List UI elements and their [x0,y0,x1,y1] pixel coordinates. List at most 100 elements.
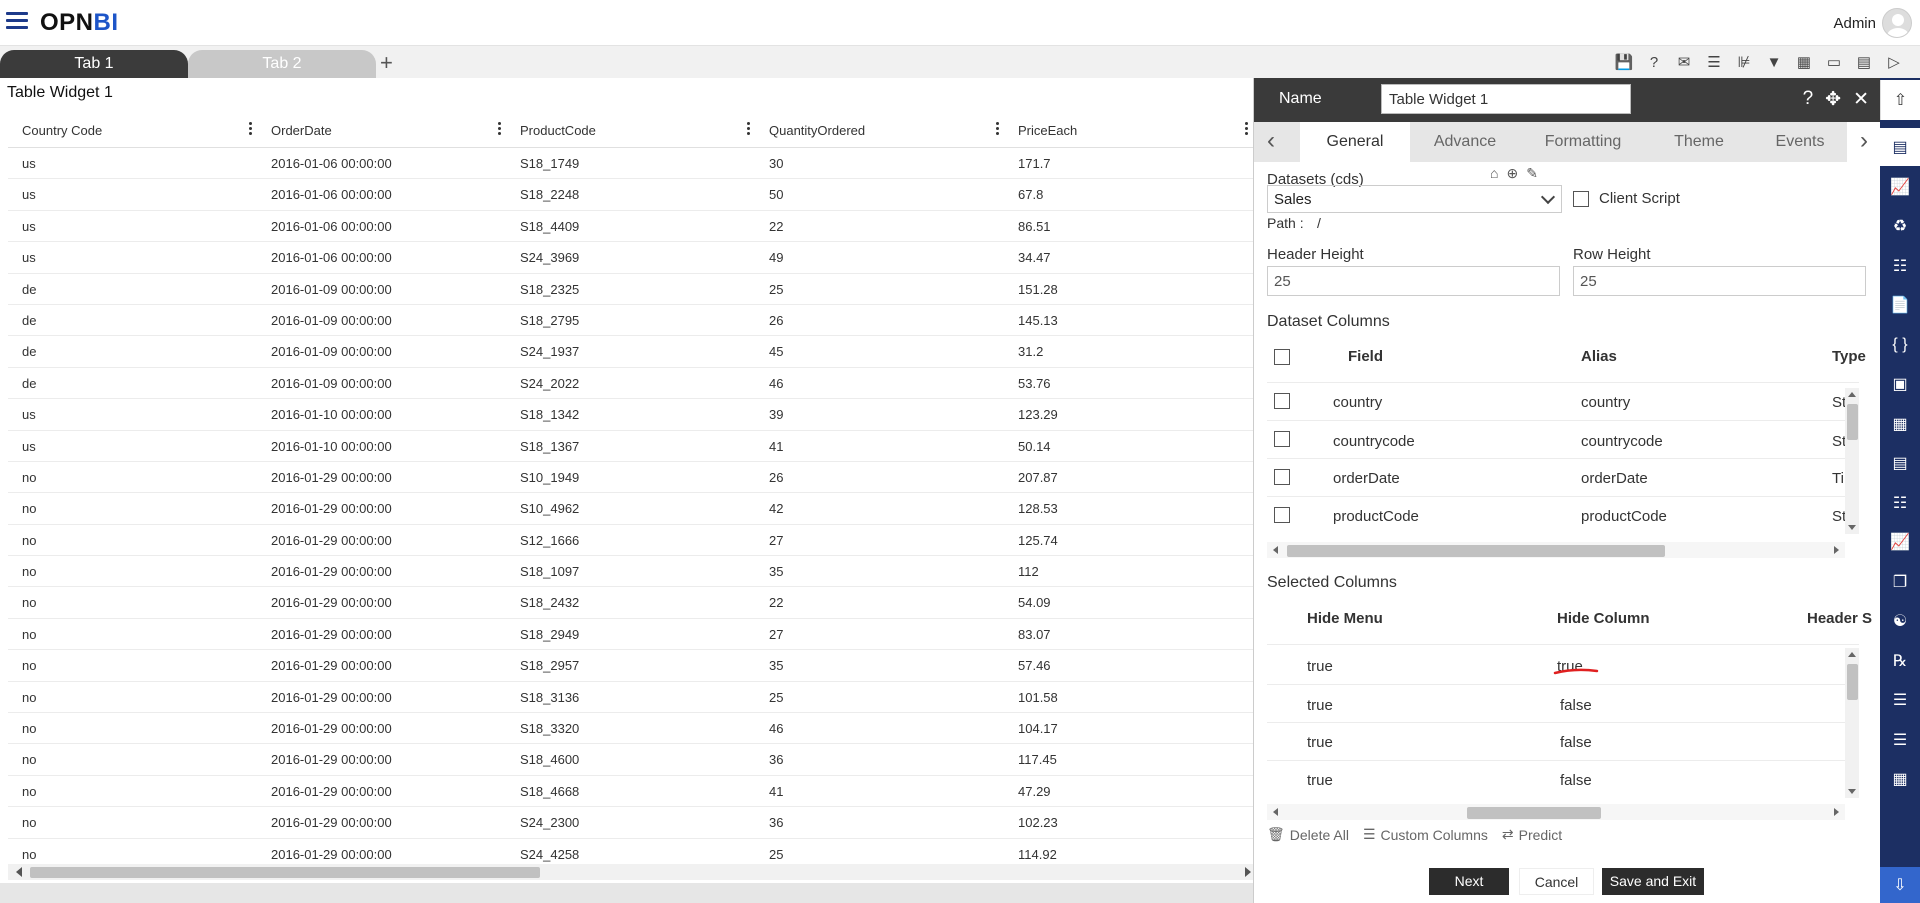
code-icon[interactable]: { } [1880,326,1920,364]
table-row[interactable]: no 2016-01-29 00:00:00 S10_1949 26 207.87 [8,462,1253,494]
table-row[interactable]: de 2016-01-09 00:00:00 S18_2325 25 151.28 [8,274,1253,305]
scroll-up-icon[interactable] [1848,652,1856,657]
filter-icon[interactable]: ▼ [1764,52,1784,72]
scroll-left-icon[interactable] [1273,546,1278,554]
save-and-exit-button[interactable]: Save and Exit [1602,868,1704,895]
cancel-button[interactable]: Cancel [1519,868,1594,895]
dataset-select[interactable]: Sales [1267,185,1562,213]
table-row[interactable]: no 2016-01-29 00:00:00 S12_1666 27 125.74 [8,525,1253,557]
dataset-columns-horizontal-scrollbar[interactable] [1267,542,1845,558]
column-menu-icon[interactable] [747,122,751,138]
column-menu-icon[interactable] [498,122,502,138]
hide-menu-cell[interactable]: true [1307,697,1333,714]
table-icon[interactable]: ▦ [1794,52,1814,72]
table-row[interactable]: no 2016-01-29 00:00:00 S18_1097 35 112 [8,556,1253,588]
table-row[interactable]: us 2016-01-10 00:00:00 S18_1367 41 50.14 [8,431,1253,462]
table-row[interactable]: no 2016-01-29 00:00:00 S18_3320 46 104.17 [8,713,1253,745]
help-icon[interactable]: ? [1803,88,1814,111]
avatar[interactable] [1882,8,1912,38]
table-row[interactable]: de 2016-01-09 00:00:00 S24_1937 45 31.2 [8,336,1253,368]
add-tab-button[interactable]: + [380,50,393,76]
tab-formatting[interactable]: Formatting [1520,122,1646,162]
table-row[interactable]: no 2016-01-29 00:00:00 S18_2432 22 54.09 [8,587,1253,619]
scroll-left-icon[interactable] [1273,808,1278,816]
tab-1[interactable]: Tab 1 [0,50,188,78]
hide-menu-cell[interactable]: true [1307,772,1333,789]
scroll-up-icon[interactable] [1848,392,1856,397]
chart-icon[interactable]: 📈 [1880,168,1920,206]
custom-columns-button[interactable]: ☰ Custom Columns [1363,826,1488,843]
properties-icon[interactable]: ▤ [1880,128,1920,166]
download-icon[interactable]: ⇩ [1880,867,1920,903]
image-icon[interactable]: ▣ [1880,365,1920,403]
row-checkbox[interactable] [1274,507,1290,523]
clear-filter-icon[interactable]: ⊯ [1734,52,1754,72]
play-icon[interactable]: ▷ [1884,52,1904,72]
menu-icon[interactable] [6,12,28,30]
tab-events[interactable]: Events [1752,122,1848,162]
layers-icon[interactable]: ☰ [1880,721,1920,759]
chevron-left-icon[interactable]: ‹ [1254,122,1288,162]
close-icon[interactable]: ✕ [1853,88,1869,111]
tree-icon[interactable]: ☷ [1880,484,1920,522]
text-icon[interactable]: ▤ [1880,444,1920,482]
scroll-thumb[interactable] [1847,404,1858,440]
table-row[interactable]: no 2016-01-29 00:00:00 S18_3136 25 101.58 [8,682,1253,714]
pivot-icon[interactable]: ▦ [1880,405,1920,443]
table-row[interactable]: us 2016-01-06 00:00:00 S18_1749 30 171.7 [8,148,1253,180]
hide-column-cell[interactable]: false [1560,697,1592,714]
column-header[interactable]: ProductCode [506,112,755,147]
chevron-right-icon[interactable]: › [1847,122,1881,162]
table-horizontal-scrollbar[interactable] [8,864,1253,880]
edit-icon[interactable]: ✎ [1526,165,1538,182]
line-chart-icon[interactable]: 📈 [1880,523,1920,561]
dataset-columns-vertical-scrollbar[interactable] [1845,388,1859,534]
user-name[interactable]: Admin [1833,15,1876,32]
hide-column-cell[interactable]: false [1560,734,1592,751]
scroll-down-icon[interactable] [1848,789,1856,794]
scroll-right-icon[interactable] [1834,546,1839,554]
notes-icon[interactable]: ☰ [1880,681,1920,719]
map-icon[interactable]: ♻ [1880,207,1920,245]
row-height-input[interactable] [1573,266,1866,296]
table-row[interactable]: no 2016-01-29 00:00:00 S18_4668 41 47.29 [8,776,1253,808]
add-icon[interactable]: ⊕ [1506,165,1518,182]
widget-name-input[interactable] [1381,84,1631,114]
scroll-thumb[interactable] [1467,807,1601,819]
hide-menu-cell[interactable]: true [1307,658,1333,675]
table-row[interactable]: no 2016-01-29 00:00:00 S18_4600 36 117.45 [8,744,1253,776]
column-menu-icon[interactable] [996,122,1000,138]
table-row[interactable]: us 2016-01-06 00:00:00 S18_4409 22 86.51 [8,211,1253,243]
comment-icon[interactable]: ☰ [1704,52,1724,72]
scroll-right-icon[interactable] [1245,867,1251,877]
move-icon[interactable]: ✥ [1825,88,1841,111]
table-row[interactable]: us 2016-01-06 00:00:00 S24_3969 49 34.47 [8,242,1253,274]
home-icon[interactable]: ⌂ [1490,165,1498,182]
selected-columns-vertical-scrollbar[interactable] [1845,648,1859,798]
delete-all-button[interactable]: 🗑 Delete All [1267,826,1349,843]
save-icon[interactable]: 💾 [1614,52,1634,72]
tab-advance[interactable]: Advance [1410,122,1520,162]
selected-columns-horizontal-scrollbar[interactable] [1267,804,1845,820]
column-header[interactable]: QuantityOrdered [755,112,1004,147]
table-row[interactable]: no 2016-01-29 00:00:00 S24_4258 25 114.92 [8,839,1253,864]
formula-icon[interactable]: ℞ [1880,642,1920,680]
scroll-thumb[interactable] [1287,545,1665,557]
embed-icon[interactable]: ▭ [1824,52,1844,72]
predict-button[interactable]: ⇄ Predict [1502,826,1562,843]
cluster-icon[interactable]: ☯ [1880,602,1920,640]
tab-2[interactable]: Tab 2 [188,50,376,78]
header-height-input[interactable] [1267,266,1560,296]
column-menu-icon[interactable] [1245,122,1249,138]
scroll-thumb[interactable] [1847,664,1858,700]
tab-general[interactable]: General [1300,122,1410,162]
device-icon[interactable]: ▤ [1854,52,1874,72]
copy-icon[interactable]: ❐ [1880,563,1920,601]
widgets-icon[interactable]: ▦ [1880,760,1920,798]
table-row[interactable]: de 2016-01-09 00:00:00 S24_2022 46 53.76 [8,368,1253,400]
table-row[interactable]: no 2016-01-29 00:00:00 S10_4962 42 128.53 [8,493,1253,525]
table-row[interactable]: no 2016-01-29 00:00:00 S24_2300 36 102.23 [8,807,1253,839]
column-header[interactable]: PriceEach [1004,112,1253,147]
column-header[interactable]: Country Code [8,112,257,147]
table-row[interactable]: no 2016-01-29 00:00:00 S18_2957 35 57.46 [8,650,1253,682]
